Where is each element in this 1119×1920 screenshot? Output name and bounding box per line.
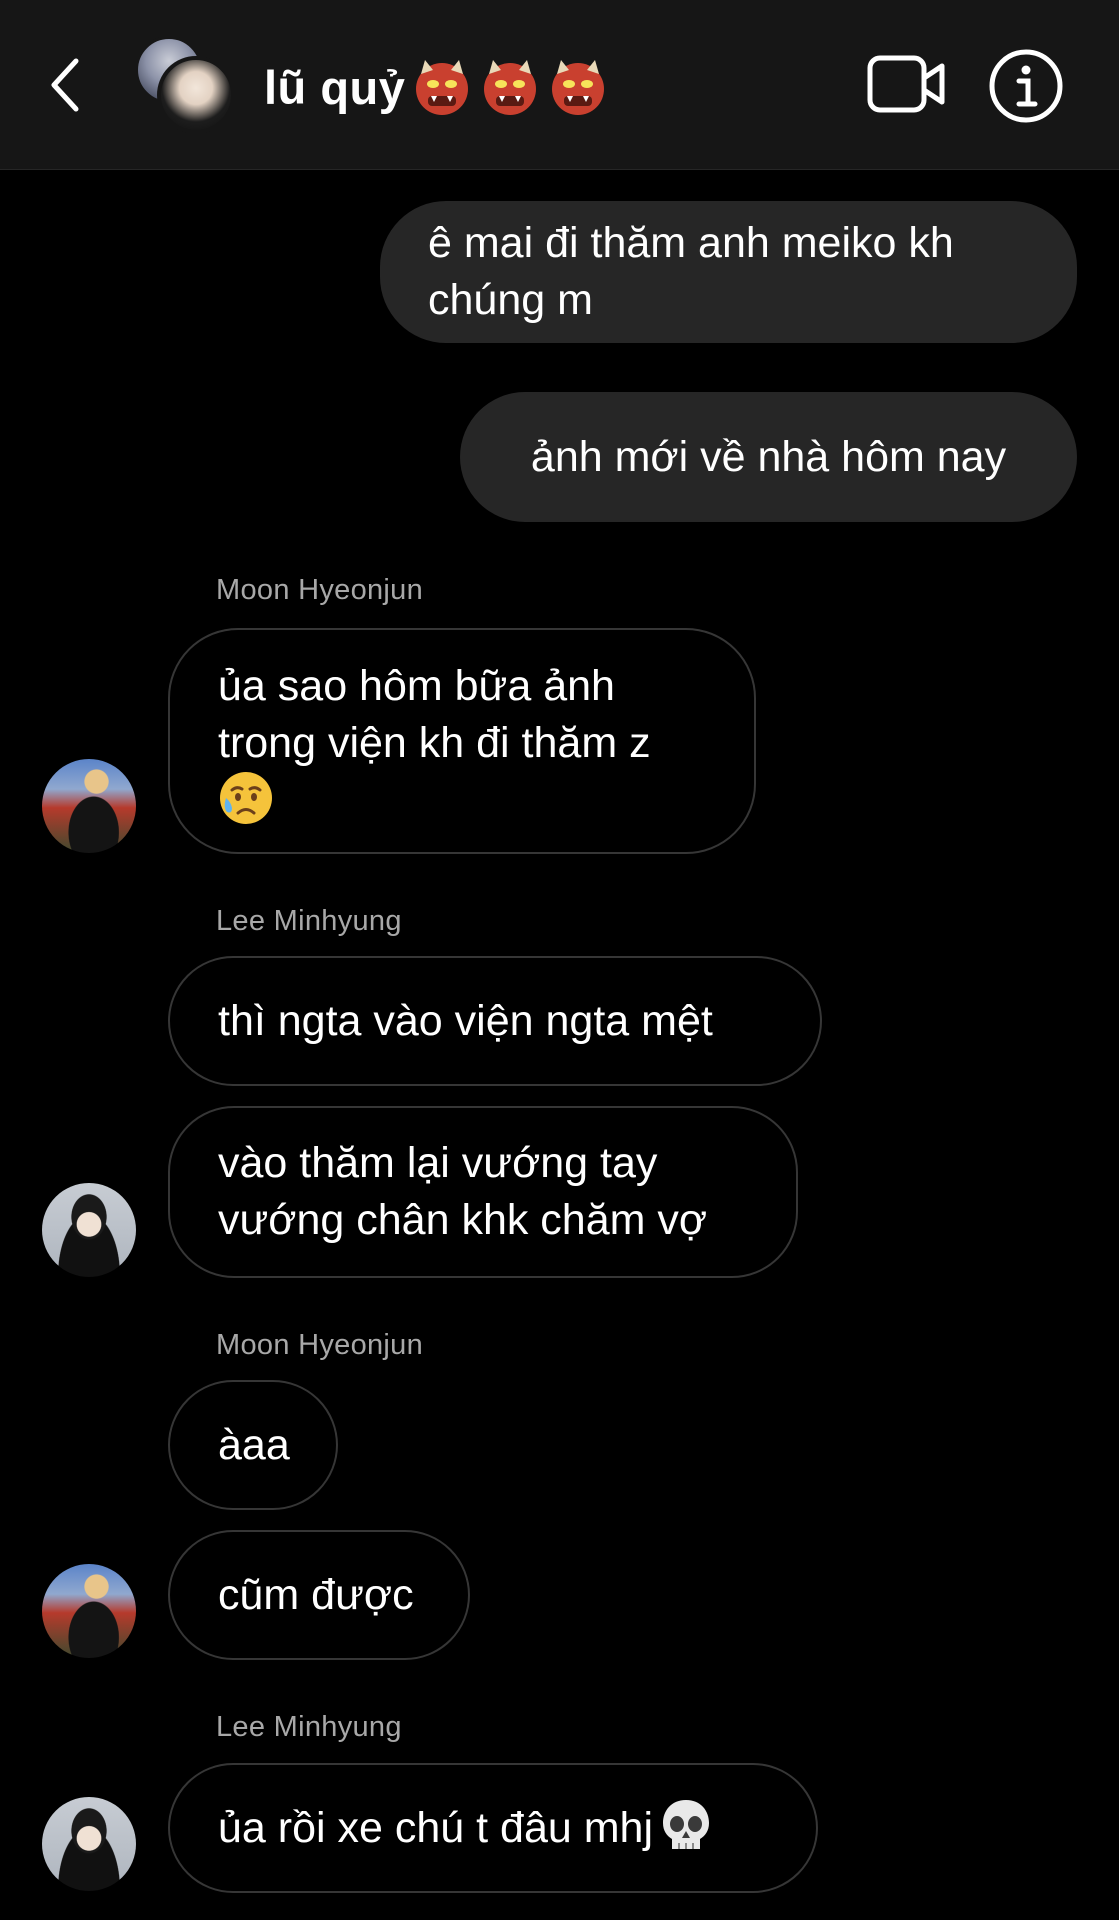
sad-but-relieved-face-icon (220, 772, 272, 824)
sender-name: Moon Hyeonjun (216, 1329, 424, 1361)
avatar-lee-minhyung[interactable] (42, 1797, 136, 1891)
video-call-button[interactable] (866, 52, 946, 118)
avatar-moon-hyeonjun[interactable] (42, 1564, 136, 1658)
incoming-message[interactable]: vào thăm lại vướng tay vướng chân khk ch… (168, 1106, 798, 1278)
message-text: ủa rồi xe chú t đâu mhj (218, 1803, 654, 1852)
incoming-message[interactable]: thì ngta vào viện ngta mệt (168, 956, 822, 1086)
chat-title-text: lũ quỷ (264, 60, 406, 114)
back-button[interactable] (40, 50, 90, 120)
message-thread[interactable]: ê mai đi thăm anh meiko kh chúng m ảnh m… (0, 171, 1119, 1920)
avatar-moon-hyeonjun[interactable] (42, 759, 136, 853)
message-text: thì ngta vào viện ngta mệt (218, 996, 713, 1045)
message-text: cũm được (218, 1570, 414, 1619)
sender-name: Lee Minhyung (216, 1711, 402, 1743)
incoming-message[interactable]: àaa (168, 1380, 338, 1510)
video-camera-icon (867, 55, 945, 113)
message-text: ảnh mới về nhà hôm nay (530, 432, 1007, 481)
avatar-lee-minhyung[interactable] (42, 1183, 136, 1277)
message-text: àaa (218, 1420, 290, 1469)
group-avatar-front (157, 56, 235, 134)
ogre-icon (547, 56, 609, 118)
skull-icon (663, 1800, 710, 1849)
info-icon (989, 49, 1063, 123)
chevron-left-icon (51, 58, 79, 112)
outgoing-message[interactable]: ảnh mới về nhà hôm nay (460, 392, 1077, 522)
chat-title[interactable]: lũ quỷ (264, 52, 609, 122)
sender-name: Lee Minhyung (216, 905, 402, 937)
group-avatar[interactable] (135, 36, 235, 136)
message-text: ủa sao hôm bữa ảnh trong viện kh đi thăm… (218, 662, 651, 767)
incoming-message[interactable]: ủa sao hôm bữa ảnh trong viện kh đi thăm… (168, 628, 756, 854)
sender-name: Moon Hyeonjun (216, 574, 424, 606)
chat-header: lũ quỷ (0, 0, 1119, 170)
outgoing-message[interactable]: ê mai đi thăm anh meiko kh chúng m (380, 201, 1077, 343)
incoming-message[interactable]: cũm được (168, 1530, 470, 1660)
info-button[interactable] (988, 48, 1064, 124)
message-text: ê mai đi thăm anh meiko kh chúng m (428, 219, 954, 324)
ogre-icon (479, 56, 541, 118)
incoming-message[interactable]: ủa rồi xe chú t đâu mhj (168, 1763, 818, 1893)
message-text: vào thăm lại vướng tay vướng chân khk ch… (218, 1139, 708, 1244)
ogre-icon (411, 56, 473, 118)
